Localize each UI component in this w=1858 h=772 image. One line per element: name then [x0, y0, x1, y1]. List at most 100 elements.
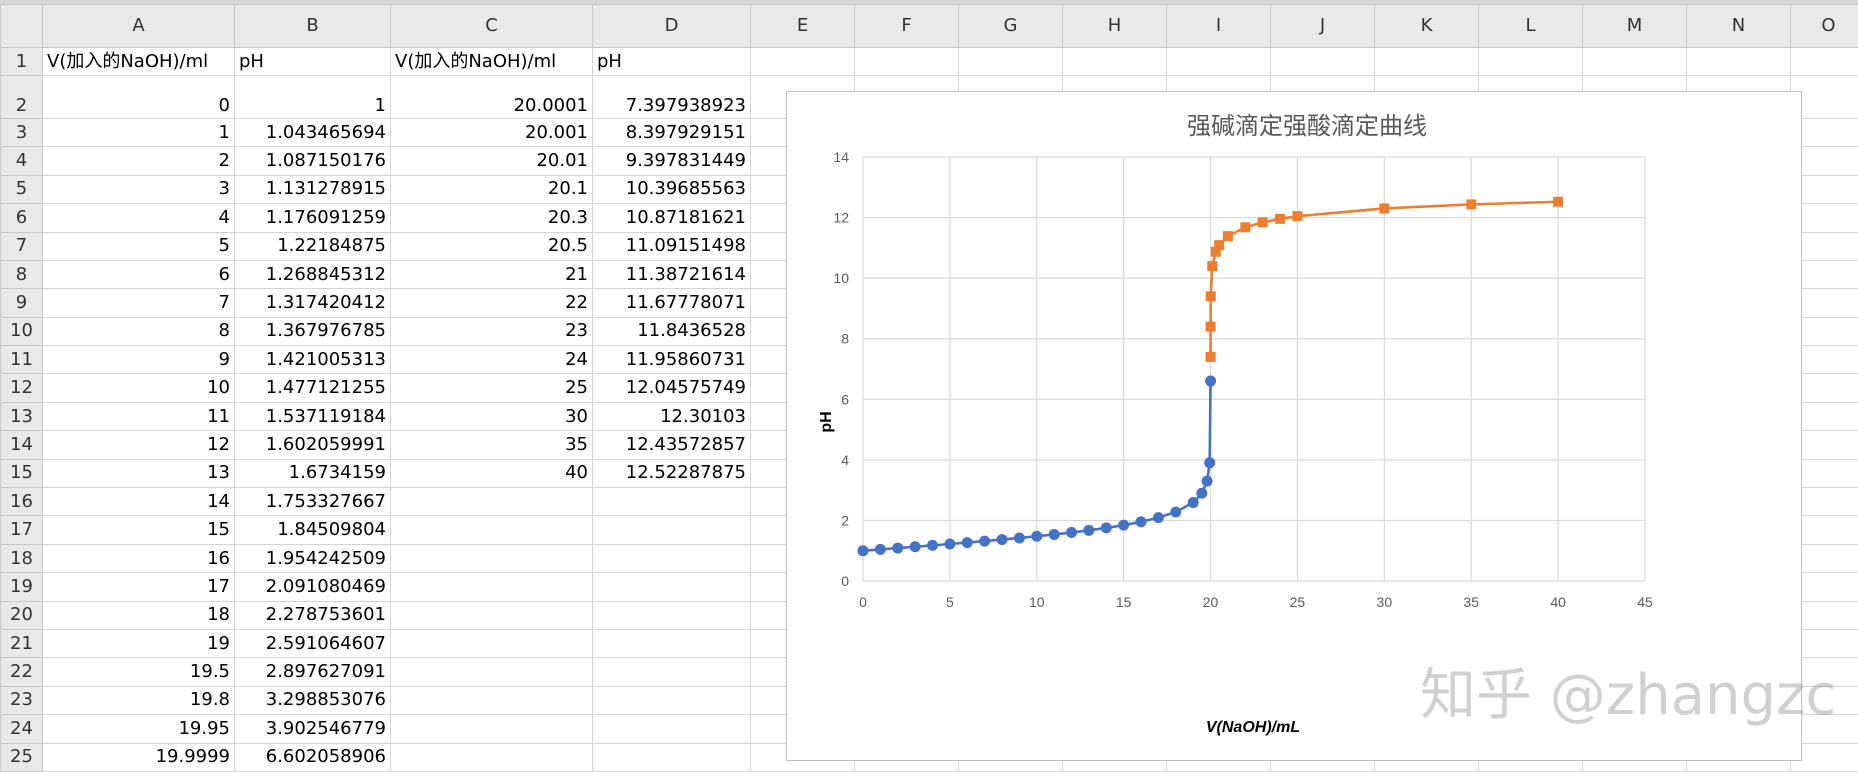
data-point[interactable] [1013, 532, 1025, 544]
column-header-f[interactable]: F [854, 4, 959, 48]
cell-c3[interactable]: 20.001 [390, 117, 593, 148]
row-header[interactable]: 4 [0, 146, 43, 176]
data-point[interactable] [892, 542, 904, 554]
column-header-m[interactable]: M [1582, 4, 1687, 48]
cell-b3[interactable]: 1.043465694 [234, 117, 391, 148]
cell-b22[interactable]: 2.897627091 [234, 657, 391, 687]
cell-c10[interactable]: 23 [390, 316, 593, 347]
row-header[interactable]: 3 [0, 117, 43, 148]
cell-d15[interactable]: 12.52287875 [592, 458, 751, 489]
cell-a12[interactable]: 10 [42, 373, 235, 403]
cell-d7[interactable]: 11.09151498 [592, 231, 751, 261]
select-all-corner[interactable] [0, 4, 43, 48]
data-point[interactable] [1066, 526, 1078, 538]
cell-b16[interactable]: 1.753327667 [234, 487, 391, 517]
data-point[interactable] [1152, 512, 1164, 524]
data-point[interactable] [1205, 321, 1216, 332]
cell-a23[interactable]: 19.8 [42, 685, 235, 716]
cell[interactable] [1582, 46, 1687, 77]
data-point[interactable] [1240, 222, 1251, 233]
cell[interactable] [1374, 46, 1479, 77]
data-point[interactable] [944, 538, 956, 550]
cell-a1[interactable]: V(加入的NaOH)/ml [42, 46, 235, 77]
cell-a13[interactable]: 11 [42, 401, 235, 432]
cell-c18[interactable] [390, 543, 593, 574]
data-point[interactable] [1201, 475, 1213, 487]
cell[interactable] [1062, 46, 1167, 77]
cell-a19[interactable]: 17 [42, 572, 235, 602]
cell-a18[interactable]: 16 [42, 543, 235, 574]
cell-b19[interactable]: 2.091080469 [234, 572, 391, 602]
data-point[interactable] [1031, 530, 1043, 542]
cell-d12[interactable]: 12.04575749 [592, 373, 751, 403]
cell-c5[interactable]: 20.1 [390, 174, 593, 205]
cell-a24[interactable]: 19.95 [42, 714, 235, 744]
cell-b11[interactable]: 1.421005313 [234, 345, 391, 375]
cell-c14[interactable]: 35 [390, 430, 593, 460]
cell-d14[interactable]: 12.43572857 [592, 430, 751, 460]
cell-d4[interactable]: 9.397831449 [592, 146, 751, 176]
row-header[interactable]: 11 [0, 345, 43, 375]
data-point[interactable] [1204, 457, 1216, 469]
cell-d25[interactable] [592, 742, 751, 772]
cell-c25[interactable] [390, 742, 593, 772]
cell-a7[interactable]: 5 [42, 231, 235, 261]
cell-b2[interactable]: 1 [234, 75, 391, 119]
cell-d8[interactable]: 11.38721614 [592, 259, 751, 290]
cell-b13[interactable]: 1.537119184 [234, 401, 391, 432]
cell-a2[interactable]: 0 [42, 75, 235, 119]
cell-a11[interactable]: 9 [42, 345, 235, 375]
cell-d13[interactable]: 12.30103 [592, 401, 751, 432]
cell-d21[interactable] [592, 628, 751, 659]
data-point[interactable] [1553, 196, 1564, 207]
cell-a14[interactable]: 12 [42, 430, 235, 460]
column-header-i[interactable]: I [1166, 4, 1271, 48]
row-header[interactable]: 18 [0, 543, 43, 574]
cell-c23[interactable] [390, 685, 593, 716]
data-point[interactable] [1187, 497, 1199, 509]
cell-d19[interactable] [592, 572, 751, 602]
row-header[interactable]: 15 [0, 458, 43, 489]
row-header[interactable]: 1 [0, 46, 43, 77]
cell-b4[interactable]: 1.087150176 [234, 146, 391, 176]
row-header[interactable]: 2 [0, 75, 43, 119]
column-header-o[interactable]: O [1790, 4, 1858, 48]
data-point[interactable] [996, 534, 1008, 546]
data-point[interactable] [1196, 487, 1208, 499]
cell-b21[interactable]: 2.591064607 [234, 628, 391, 659]
row-header[interactable]: 16 [0, 487, 43, 517]
cell-d22[interactable] [592, 657, 751, 687]
cell-b17[interactable]: 1.84509804 [234, 515, 391, 545]
cell-a6[interactable]: 4 [42, 203, 235, 233]
cell-a3[interactable]: 1 [42, 117, 235, 148]
cell-b12[interactable]: 1.477121255 [234, 373, 391, 403]
data-point[interactable] [1135, 516, 1147, 528]
data-point[interactable] [961, 537, 973, 549]
cell-b20[interactable]: 2.278753601 [234, 600, 391, 631]
column-header-j[interactable]: J [1270, 4, 1375, 48]
row-header[interactable]: 21 [0, 628, 43, 659]
data-point[interactable] [857, 545, 869, 557]
cell-d5[interactable]: 10.39685563 [592, 174, 751, 205]
cell-a15[interactable]: 13 [42, 458, 235, 489]
cell-b1[interactable]: pH [234, 46, 391, 77]
cell-d18[interactable] [592, 543, 751, 574]
cell-a10[interactable]: 8 [42, 316, 235, 347]
cell-a22[interactable]: 19.5 [42, 657, 235, 687]
row-header[interactable]: 12 [0, 373, 43, 403]
cell-d16[interactable] [592, 487, 751, 517]
row-header[interactable]: 8 [0, 259, 43, 290]
cell-c8[interactable]: 21 [390, 259, 593, 290]
cell[interactable] [1478, 46, 1583, 77]
cell-c16[interactable] [390, 487, 593, 517]
cell[interactable] [1270, 46, 1375, 77]
cell[interactable] [750, 46, 855, 77]
row-header[interactable]: 7 [0, 231, 43, 261]
cell-d10[interactable]: 11.8436528 [592, 316, 751, 347]
data-point[interactable] [1214, 240, 1225, 251]
column-header-l[interactable]: L [1478, 4, 1583, 48]
cell-d24[interactable] [592, 714, 751, 744]
cell-d23[interactable] [592, 685, 751, 716]
cell-c19[interactable] [390, 572, 593, 602]
cell-d20[interactable] [592, 600, 751, 631]
